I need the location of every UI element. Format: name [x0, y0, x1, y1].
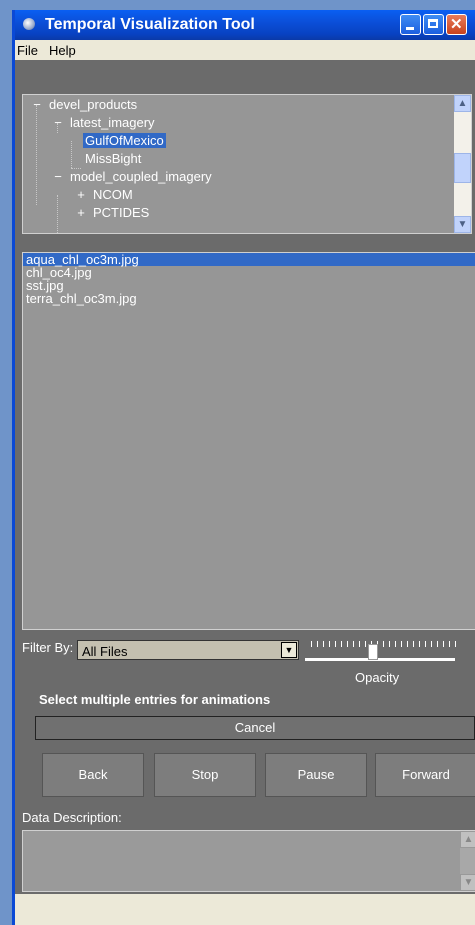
slider-track[interactable]: [305, 658, 455, 661]
collapse-toggle[interactable]: −: [52, 168, 64, 186]
filter-label: Filter By:: [22, 640, 74, 655]
menu-bar: File Help: [15, 40, 475, 60]
description-field[interactable]: ▲ ▼: [22, 830, 475, 892]
back-button[interactable]: Back: [42, 753, 144, 797]
list-item[interactable]: terra_chl_oc3m.jpg: [23, 292, 475, 305]
tree-node-ncom[interactable]: + NCOM: [75, 186, 133, 204]
filter-select[interactable]: All Files ▼: [77, 640, 299, 660]
menu-help[interactable]: Help: [49, 43, 76, 58]
app-window: Temporal Visualization Tool ✕ File Help …: [12, 10, 475, 925]
slider-thumb[interactable]: [368, 644, 378, 660]
tree-connector: [71, 141, 72, 168]
maximize-icon: [428, 19, 438, 28]
tree-connector: [57, 195, 58, 233]
cancel-button[interactable]: Cancel: [35, 716, 475, 740]
close-button[interactable]: ✕: [446, 14, 467, 35]
opacity-label: Opacity: [355, 670, 400, 685]
collapse-toggle[interactable]: −: [52, 114, 64, 132]
chevron-down-icon[interactable]: ▼: [281, 642, 297, 658]
forward-button[interactable]: Forward: [375, 753, 475, 797]
hint-text: Select multiple entries for animations: [39, 692, 271, 707]
status-bar: [15, 894, 475, 925]
menu-file[interactable]: File: [17, 43, 38, 58]
tree-node-miss-bight[interactable]: MissBight: [85, 150, 141, 168]
main-panel: − devel_products − latest_imagery GulfOfMe…: [15, 60, 475, 925]
tree-node-model-coupled-imagery[interactable]: − model_coupled_imagery: [52, 168, 211, 186]
description-label: Data Description:: [22, 810, 122, 825]
pause-button[interactable]: Pause: [265, 753, 367, 797]
chevron-down-icon: ▼: [463, 877, 474, 888]
directory-tree[interactable]: − devel_products − latest_imagery GulfOfMe…: [22, 94, 472, 234]
window-title: Temporal Visualization Tool: [45, 16, 255, 33]
chevron-up-icon: ▲: [457, 98, 468, 109]
tree-node-devel-products[interactable]: − devel_products: [31, 96, 137, 114]
chevron-down-icon: ▼: [457, 219, 468, 230]
minimize-icon: [406, 27, 414, 30]
stop-button[interactable]: Stop: [154, 753, 256, 797]
scroll-down-button[interactable]: ▼: [454, 216, 471, 233]
title-bar[interactable]: Temporal Visualization Tool ✕: [15, 10, 475, 40]
tree-connector: [36, 105, 37, 205]
expand-toggle[interactable]: +: [75, 204, 87, 222]
scroll-thumb[interactable]: [454, 153, 471, 183]
close-icon: ✕: [450, 16, 463, 33]
slider-ticks: [311, 641, 461, 647]
maximize-button[interactable]: [423, 14, 444, 35]
tree-scrollbar[interactable]: ▲ ▼: [454, 95, 471, 233]
list-item[interactable]: chl_oc4.jpg: [23, 266, 475, 279]
tree-node-gulf-of-mexico[interactable]: GulfOfMexico: [83, 132, 166, 150]
scroll-up-button[interactable]: ▲: [460, 831, 475, 848]
file-list[interactable]: aqua_chl_oc3m.jpg chl_oc4.jpg sst.jpg te…: [22, 252, 475, 630]
minimize-button[interactable]: [400, 14, 421, 35]
tree-node-pctides[interactable]: + PCTIDES: [75, 204, 149, 222]
expand-toggle[interactable]: +: [75, 186, 87, 204]
filter-value: All Files: [82, 644, 128, 659]
collapse-toggle[interactable]: −: [31, 96, 43, 114]
app-icon: [23, 18, 35, 30]
description-scrollbar[interactable]: ▲ ▼: [460, 831, 475, 891]
scroll-down-button[interactable]: ▼: [460, 874, 475, 891]
scroll-up-button[interactable]: ▲: [454, 95, 471, 112]
chevron-up-icon: ▲: [463, 834, 474, 845]
tree-node-latest-imagery[interactable]: − latest_imagery: [52, 114, 154, 132]
